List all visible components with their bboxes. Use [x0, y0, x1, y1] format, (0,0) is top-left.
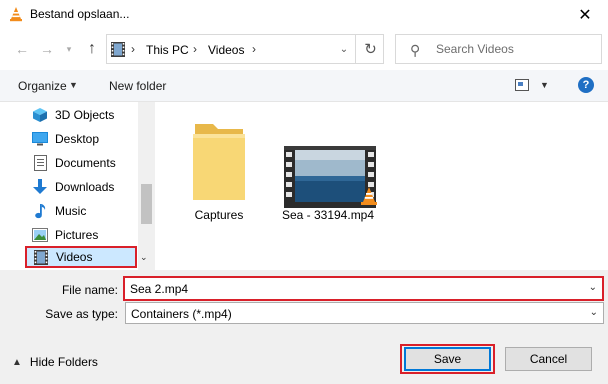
back-button[interactable]: ← [12, 39, 32, 59]
sidebar-item-label: Music [55, 204, 87, 218]
documents-icon [31, 155, 49, 171]
close-button[interactable]: ✕ [562, 0, 608, 30]
scrollbar-thumb[interactable] [141, 184, 152, 224]
save-as-type-select[interactable]: Containers (*.mp4) ⌄ [125, 302, 604, 324]
chevron-down-icon: ▾ [66, 43, 72, 54]
videos-icon [111, 42, 125, 57]
file-list: Captures Sea - 33194.mp4 [155, 102, 608, 270]
close-icon: ✕ [578, 7, 592, 24]
sidebar-item-documents[interactable]: Documents [26, 152, 136, 174]
vlc-icon [10, 7, 22, 22]
sidebar-item-label: Desktop [55, 132, 100, 146]
save-as-type-label: Save as type: [45, 307, 118, 321]
file-name-label: Captures [194, 208, 244, 222]
chevron-down-icon: ⌄ [589, 307, 598, 318]
pictures-icon [31, 227, 49, 243]
downloads-icon [31, 179, 49, 195]
videos-icon [32, 249, 50, 265]
sidebar-item-label: Pictures [55, 228, 99, 242]
help-icon[interactable]: ? [578, 77, 594, 93]
sidebar-item-label: Videos [56, 250, 93, 264]
navigation-pane: 3D Objects Desktop Documents Downloads M… [0, 102, 155, 270]
new-folder-button[interactable]: New folder [109, 79, 166, 93]
chevron-down-icon: ⌄ [339, 43, 349, 55]
sidebar-item-label: Documents [55, 156, 116, 170]
folder-icon [193, 124, 245, 200]
filename-input[interactable] [130, 281, 570, 296]
title-bar: Bestand opslaan... ✕ [0, 0, 608, 30]
file-name-label: Sea - 33194.mp4 [281, 208, 375, 222]
window-title: Bestand opslaan... [30, 7, 130, 21]
chevron-down-icon[interactable]: ⌄ [140, 252, 148, 263]
sidebar-item-videos[interactable]: Videos [25, 246, 137, 268]
search-box[interactable]: ⚲ [395, 34, 602, 64]
3d-objects-icon [31, 107, 49, 123]
cancel-button[interactable]: Cancel [505, 347, 592, 371]
save-button[interactable]: Save [404, 347, 491, 371]
breadcrumb-this-pc[interactable]: This PC [146, 43, 189, 57]
view-dropdown-icon[interactable]: ▼ [540, 80, 549, 90]
save-as-type-value: Containers (*.mp4) [131, 307, 232, 321]
sidebar-item-3d-objects[interactable]: 3D Objects [26, 104, 136, 126]
sidebar-item-label: Downloads [55, 180, 115, 194]
refresh-icon: ↻ [364, 41, 377, 58]
file-item-captures[interactable]: Captures [169, 102, 269, 224]
breadcrumb-separator-icon: › [252, 42, 256, 56]
recent-locations-button[interactable]: ▾ [62, 39, 76, 59]
up-button[interactable]: ↑ [82, 39, 102, 59]
address-bar[interactable]: › This PC › Videos › ⌄ ↻ [106, 34, 384, 64]
arrow-up-icon: ↑ [88, 40, 96, 57]
search-icon: ⚲ [410, 42, 421, 58]
organize-button[interactable]: Organize [18, 79, 67, 93]
music-icon [31, 203, 49, 219]
file-item-sea-video[interactable]: Sea - 33194.mp4 [278, 102, 378, 224]
search-input[interactable] [436, 41, 596, 57]
breadcrumb-videos[interactable]: Videos [208, 43, 244, 57]
desktop-icon [31, 131, 49, 147]
breadcrumb-separator-icon: › [193, 42, 197, 56]
organize-dropdown-icon[interactable]: ▼ [69, 80, 78, 90]
sidebar-item-desktop[interactable]: Desktop [26, 128, 136, 150]
hide-folders-button[interactable]: ▲ Hide Folders [12, 355, 98, 369]
arrow-left-icon: ← [15, 41, 29, 57]
filename-label: File name: [61, 283, 118, 297]
sidebar-scrollbar[interactable]: ⌄ [138, 102, 155, 270]
address-dropdown-button[interactable]: ⌄ [336, 40, 352, 58]
forward-button[interactable]: → [37, 39, 57, 59]
hide-folders-label: Hide Folders [29, 355, 98, 369]
sidebar-item-music[interactable]: Music [26, 200, 136, 222]
chevron-down-icon[interactable]: ⌄ [589, 282, 597, 293]
view-options-icon[interactable] [515, 79, 529, 91]
refresh-button[interactable]: ↻ [355, 35, 385, 63]
arrow-right-icon: → [40, 41, 54, 57]
chevron-up-icon: ▲ [12, 356, 22, 368]
command-toolbar: Organize ▼ New folder ▼ [0, 70, 608, 102]
sidebar-item-pictures[interactable]: Pictures [26, 224, 136, 246]
sidebar-item-downloads[interactable]: Downloads [26, 176, 136, 198]
filename-combobox[interactable]: ⌄ [123, 276, 604, 301]
vlc-icon [361, 187, 377, 205]
sidebar-item-label: 3D Objects [55, 108, 115, 122]
breadcrumb-separator-icon: › [131, 42, 135, 56]
